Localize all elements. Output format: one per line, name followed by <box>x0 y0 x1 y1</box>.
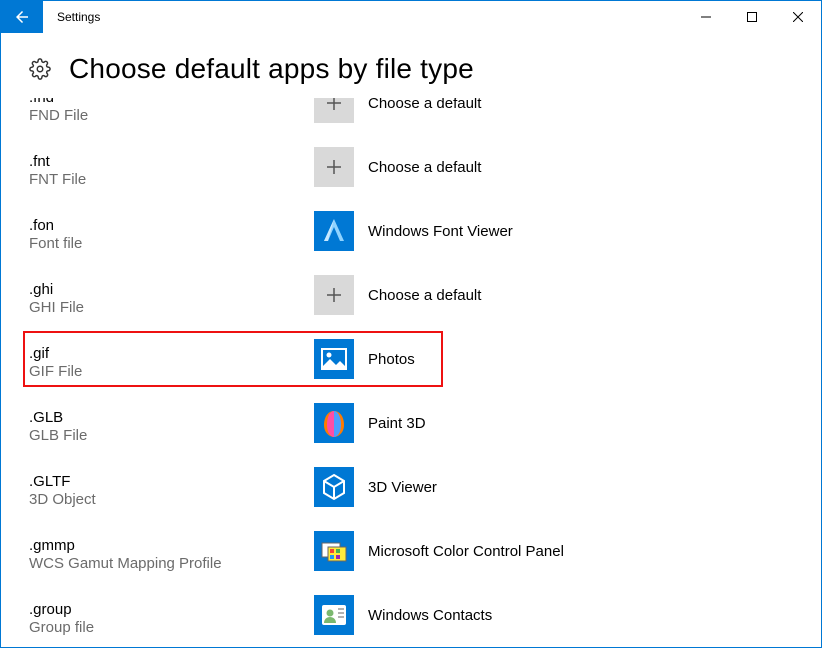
app-name: Choose a default <box>368 287 481 304</box>
file-extension: .gif <box>29 345 314 362</box>
app-icon <box>314 403 354 443</box>
contacts-icon <box>314 595 354 635</box>
file-description: GLB File <box>29 427 314 444</box>
maximize-button[interactable] <box>729 1 775 33</box>
file-type-info: .gmmpWCS Gamut Mapping Profile <box>29 531 314 572</box>
maximize-icon <box>747 12 757 22</box>
default-app-button[interactable]: Photos <box>314 339 415 379</box>
back-button[interactable] <box>1 1 43 33</box>
app-name: Windows Contacts <box>368 607 492 624</box>
file-type-list[interactable]: .fndFND FileChoose a default.fntFNT File… <box>1 98 821 647</box>
font-viewer-icon <box>314 211 354 251</box>
file-extension: .fon <box>29 217 314 234</box>
file-type-row: .gmmpWCS Gamut Mapping Profile Microsoft … <box>1 521 821 585</box>
back-arrow-icon <box>13 8 31 26</box>
file-type-row: .ghiGHI File Choose a default <box>1 265 821 329</box>
app-name: Microsoft Color Control Panel <box>368 543 564 560</box>
window-title: Settings <box>43 1 683 33</box>
file-extension: .GLB <box>29 409 314 426</box>
app-name: Paint 3D <box>368 415 426 432</box>
file-description: GHI File <box>29 299 314 316</box>
app-icon <box>314 467 354 507</box>
close-button[interactable] <box>775 1 821 33</box>
window-controls <box>683 1 821 33</box>
color-panel-icon <box>314 531 354 571</box>
file-type-info: .gifGIF File <box>29 339 314 380</box>
file-description: FND File <box>29 107 314 124</box>
file-extension: .fnd <box>29 98 314 106</box>
app-name: Photos <box>368 351 415 368</box>
file-type-info: .ghiGHI File <box>29 275 314 316</box>
file-type-row: .fntFNT File Choose a default <box>1 137 821 201</box>
photos-icon <box>314 339 354 379</box>
default-app-button[interactable]: Windows Font Viewer <box>314 211 513 251</box>
title-bar: Settings <box>1 1 821 33</box>
plus-icon <box>324 285 344 305</box>
file-type-row: .GLBGLB File Paint 3D <box>1 393 821 457</box>
file-description: GIF File <box>29 363 314 380</box>
app-icon <box>314 275 354 315</box>
app-icon <box>314 147 354 187</box>
minimize-icon <box>701 12 711 22</box>
page-header: Choose default apps by file type <box>1 33 821 105</box>
file-type-info: .GLTF3D Object <box>29 467 314 508</box>
plus-icon <box>324 98 344 113</box>
paint-3d-icon <box>314 403 354 443</box>
app-name: Choose a default <box>368 98 481 112</box>
file-type-info: .fndFND File <box>29 98 314 124</box>
default-app-button[interactable]: Microsoft Color Control Panel <box>314 531 564 571</box>
file-type-info: .fonFont file <box>29 211 314 252</box>
default-app-button[interactable]: 3D Viewer <box>314 467 437 507</box>
app-icon <box>314 339 354 379</box>
file-type-info: .groupGroup file <box>29 595 314 636</box>
app-icon <box>314 211 354 251</box>
app-name: 3D Viewer <box>368 479 437 496</box>
default-app-button[interactable]: Windows Contacts <box>314 595 492 635</box>
default-app-button[interactable]: Paint 3D <box>314 403 426 443</box>
file-extension: .group <box>29 601 314 618</box>
file-description: Group file <box>29 619 314 636</box>
app-icon <box>314 98 354 123</box>
file-description: Font file <box>29 235 314 252</box>
page-title: Choose default apps by file type <box>69 53 474 85</box>
file-type-row: .fndFND File Choose a default <box>1 98 821 137</box>
file-extension: .gmmp <box>29 537 314 554</box>
file-type-info: .fntFNT File <box>29 147 314 188</box>
3d-viewer-icon <box>314 467 354 507</box>
file-extension: .GLTF <box>29 473 314 490</box>
minimize-button[interactable] <box>683 1 729 33</box>
file-type-row: .groupGroup file Windows Contacts <box>1 585 821 647</box>
app-icon <box>314 531 354 571</box>
app-name: Windows Font Viewer <box>368 223 513 240</box>
file-type-row: .fonFont file Windows Font Viewer <box>1 201 821 265</box>
plus-icon <box>324 157 344 177</box>
file-extension: .ghi <box>29 281 314 298</box>
app-icon <box>314 595 354 635</box>
close-icon <box>793 12 803 22</box>
file-description: FNT File <box>29 171 314 188</box>
app-name: Choose a default <box>368 159 481 176</box>
default-app-button[interactable]: Choose a default <box>314 147 481 187</box>
file-type-info: .GLBGLB File <box>29 403 314 444</box>
file-type-row: .GLTF3D Object 3D Viewer <box>1 457 821 521</box>
default-app-button[interactable]: Choose a default <box>314 98 481 123</box>
file-description: WCS Gamut Mapping Profile <box>29 555 314 572</box>
file-type-row: .gifGIF File Photos <box>1 329 821 393</box>
file-extension: .fnt <box>29 153 314 170</box>
gear-icon <box>29 58 51 80</box>
default-app-button[interactable]: Choose a default <box>314 275 481 315</box>
file-description: 3D Object <box>29 491 314 508</box>
